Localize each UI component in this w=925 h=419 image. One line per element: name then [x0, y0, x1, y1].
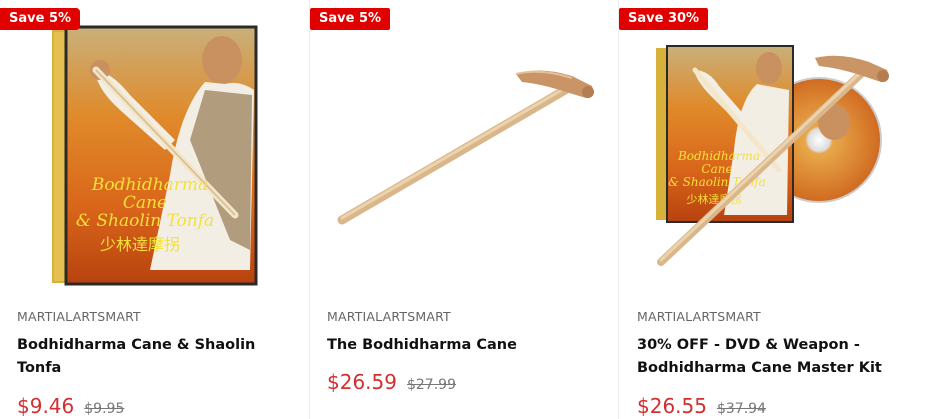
- dvd-case-image: Bodhidharma Cane & Shaolin Tonfa 少林達摩拐: [52, 25, 258, 286]
- svg-text:& Shaolin Tonfa: & Shaolin Tonfa: [76, 211, 214, 231]
- svg-text:少林達摩拐: 少林達摩拐: [100, 235, 180, 254]
- wooden-cane-image: [337, 70, 594, 225]
- product-title[interactable]: Bodhidharma Cane & Shaolin Tonfa: [17, 334, 287, 380]
- product-image[interactable]: [310, 0, 617, 295]
- compare-price: $27.99: [406, 377, 456, 393]
- svg-text:Cane: Cane: [701, 162, 732, 176]
- sale-badge: Save 5%: [310, 8, 391, 30]
- svg-text:Cane: Cane: [123, 193, 167, 213]
- svg-text:Bodhidharma: Bodhidharma: [91, 175, 208, 195]
- product-grid: Save 5% Bodhidharma Cane & Shaolin Tonfa…: [0, 0, 925, 419]
- product-vendor: MARTIALARTSMART: [637, 309, 761, 324]
- product-card[interactable]: Save 5% Bodhidharma Cane & Shaolin Tonfa…: [0, 0, 308, 419]
- svg-text:Bodhidharma: Bodhidharma: [677, 149, 760, 163]
- product-card[interactable]: Save 30% Bodhidharma Cane & Shaolin Tonf…: [618, 0, 925, 419]
- product-card[interactable]: Save 5% MARTIALARTSMART The Bodhidharma …: [309, 0, 617, 419]
- sale-badge: Save 30%: [619, 8, 709, 30]
- product-vendor: MARTIALARTSMART: [17, 309, 141, 324]
- sale-price: $26.59: [327, 370, 397, 394]
- product-title[interactable]: 30% OFF - DVD & Weapon - Bodhidharma Can…: [637, 334, 907, 380]
- product-title[interactable]: The Bodhidharma Cane: [327, 334, 597, 357]
- product-image[interactable]: Bodhidharma Cane & Shaolin Tonfa 少林達摩拐: [619, 0, 925, 295]
- sale-price: $26.55: [637, 394, 707, 418]
- sale-price: $9.46: [17, 394, 75, 418]
- price-row: $26.55 $37.94: [637, 394, 766, 418]
- sale-badge: Save 5%: [0, 8, 81, 30]
- dvd-and-cane-image: Bodhidharma Cane & Shaolin Tonfa 少林達摩拐: [656, 45, 889, 266]
- compare-price: $37.94: [716, 401, 766, 417]
- price-row: $9.46 $9.95: [17, 394, 124, 418]
- product-vendor: MARTIALARTSMART: [327, 309, 451, 324]
- compare-price: $9.95: [84, 401, 125, 417]
- price-row: $26.59 $27.99: [327, 370, 456, 394]
- product-image[interactable]: Bodhidharma Cane & Shaolin Tonfa 少林達摩拐: [0, 0, 308, 295]
